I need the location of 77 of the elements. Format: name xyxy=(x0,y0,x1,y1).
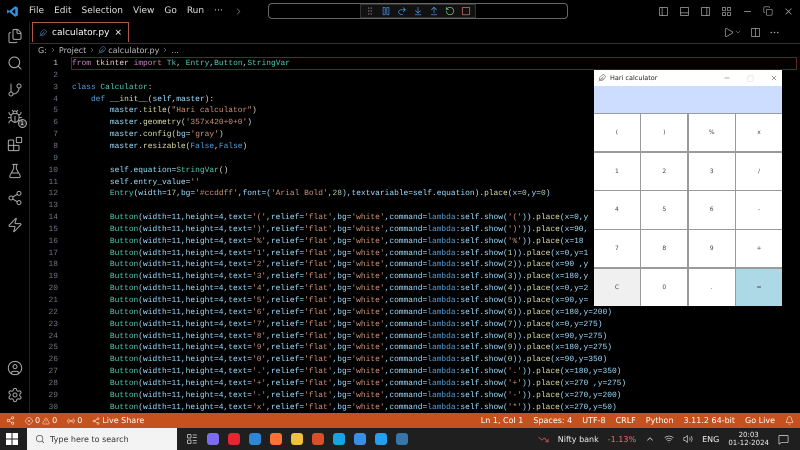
breadcrumb-item[interactable]: ... xyxy=(171,46,179,55)
live-share-button[interactable]: Live Share xyxy=(102,416,144,425)
search-icon[interactable] xyxy=(6,55,22,71)
pause-icon[interactable] xyxy=(380,6,391,16)
share-icon[interactable] xyxy=(92,416,100,424)
notifications-icon[interactable] xyxy=(778,434,789,444)
app-icon[interactable] xyxy=(270,433,282,445)
start-icon[interactable] xyxy=(6,433,18,445)
layout-icon[interactable] xyxy=(721,6,732,16)
explorer-icon[interactable] xyxy=(6,28,22,44)
menu-item[interactable]: Selection xyxy=(82,6,123,16)
status-item[interactable]: Spaces: 4 xyxy=(533,416,572,425)
breadcrumb-item[interactable]: calculator.py xyxy=(108,46,160,55)
restart-icon[interactable] xyxy=(444,6,455,16)
ports-icon[interactable] xyxy=(67,416,76,424)
status-item[interactable]: 3.11.2 64-bit xyxy=(684,416,736,425)
menu-item[interactable]: ··· xyxy=(214,6,223,16)
app-icon[interactable] xyxy=(333,433,345,445)
stock-name: Nifty bank xyxy=(558,434,599,444)
restore-icon[interactable] xyxy=(763,6,773,16)
debug-icon[interactable] xyxy=(6,109,22,125)
error-count[interactable]: 0 xyxy=(35,416,40,425)
task-view-icon[interactable] xyxy=(186,433,198,445)
source-control-icon[interactable] xyxy=(6,82,22,98)
error-icon[interactable] xyxy=(25,416,33,424)
lightning-icon[interactable] xyxy=(6,217,22,233)
status-item[interactable]: Go Live xyxy=(745,416,775,425)
app-icon[interactable] xyxy=(354,433,366,445)
breadcrumb-item[interactable]: Project xyxy=(58,46,86,55)
display-field[interactable] xyxy=(594,86,782,113)
extensions-icon[interactable] xyxy=(6,136,22,152)
close-icon[interactable] xyxy=(783,6,794,16)
step-over-icon[interactable] xyxy=(396,6,407,16)
flask-icon[interactable] xyxy=(6,163,22,179)
app-icon[interactable] xyxy=(312,433,324,445)
editor-logo-icon xyxy=(6,4,19,18)
app-icon[interactable] xyxy=(375,433,387,445)
settings-icon[interactable] xyxy=(6,387,22,403)
secondary-sidebar-icon[interactable] xyxy=(700,6,711,16)
stop-icon[interactable] xyxy=(460,6,471,16)
menu-item[interactable]: Edit xyxy=(54,6,72,16)
command-center[interactable] xyxy=(268,3,568,19)
close-icon[interactable] xyxy=(770,74,778,82)
feather-icon xyxy=(598,74,606,82)
warning-icon[interactable] xyxy=(42,416,50,424)
warning-count[interactable]: 0 xyxy=(52,416,58,425)
sidebar-toggle-icon[interactable] xyxy=(658,6,669,16)
app-icon[interactable] xyxy=(207,433,219,445)
menu-item[interactable]: Go xyxy=(164,6,177,16)
run-icon[interactable] xyxy=(723,26,734,38)
remote-icon[interactable] xyxy=(6,416,15,425)
menu-item[interactable]: View xyxy=(132,6,154,16)
stock-change: -1.13% xyxy=(608,434,636,444)
step-out-icon[interactable] xyxy=(428,6,439,16)
editor-tab[interactable]: calculator.py × xyxy=(32,22,129,42)
status-item[interactable]: CRLF xyxy=(616,416,636,425)
share-icon[interactable] xyxy=(6,190,22,206)
menu-item[interactable]: File xyxy=(29,6,44,16)
app-icon[interactable] xyxy=(291,433,303,445)
tab-close-button[interactable]: × xyxy=(114,28,122,38)
status-item[interactable]: Ln 1, Col 1 xyxy=(480,416,524,425)
search-icon xyxy=(35,434,45,444)
ports-count[interactable]: 0 xyxy=(77,416,82,425)
bell-icon[interactable] xyxy=(785,416,794,425)
split-editor-icon[interactable] xyxy=(750,26,761,38)
taskbar-search-field[interactable]: Type here to search xyxy=(27,428,177,450)
wifi-icon[interactable] xyxy=(664,434,674,444)
status-item[interactable]: UTF-8 xyxy=(582,416,606,425)
app-icon[interactable] xyxy=(249,433,261,445)
volume-icon[interactable] xyxy=(683,434,694,444)
panel-toggle-icon[interactable] xyxy=(679,6,690,16)
breadcrumb-item[interactable]: G: xyxy=(38,46,47,55)
step-into-icon[interactable] xyxy=(412,6,423,16)
menu-item[interactable]: Run xyxy=(186,6,204,16)
status-item[interactable]: Python xyxy=(646,416,674,425)
account-icon[interactable] xyxy=(6,360,22,376)
language-indicator[interactable]: ENG xyxy=(702,434,720,444)
